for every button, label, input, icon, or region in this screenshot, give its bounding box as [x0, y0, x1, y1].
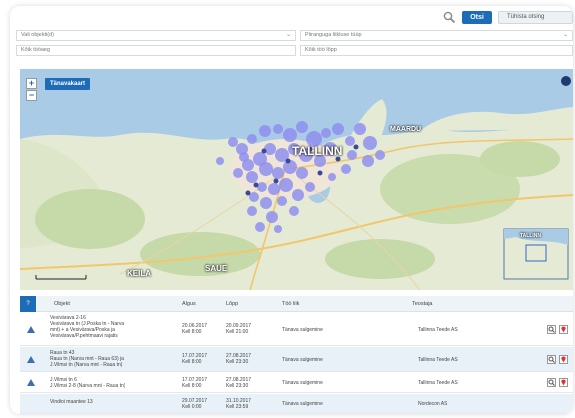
label-tallinn: TALLINN: [292, 144, 343, 158]
label-maardu: MAARDU: [390, 126, 422, 133]
northeast-coast: [420, 107, 573, 131]
column-header-too-liik[interactable]: Töö liik: [282, 301, 299, 307]
map-view[interactable]: + − Tänavakaart TALLINN MAARDU KEILA SAU…: [20, 69, 573, 290]
row-start: 17.07.2017 Kell 8:00: [182, 377, 207, 389]
row-contractor: Tallinna Teede AS: [418, 380, 458, 386]
end-date-placeholder: Kõik töö lõpp: [305, 47, 337, 53]
map-pin-icon[interactable]: [559, 325, 568, 334]
row-start: 29.07.2017 Kell 0:00: [182, 398, 207, 410]
row-start-time: Kell 8:00: [182, 383, 202, 389]
row-object-line: J.Vilmsi tn (Narva mnt - Raua tn): [50, 362, 123, 368]
warning-icon: [27, 379, 35, 386]
row-start-time: Kell 0:00: [182, 404, 202, 410]
column-header-objekt[interactable]: Objekt: [54, 301, 70, 307]
table-menu-button[interactable]: ?: [20, 296, 36, 312]
object-type-select[interactable]: Vali objekti(d) ⌄: [16, 30, 296, 41]
row-work-type: Tänava sulgemine: [282, 327, 323, 333]
row-start: 17.07.2017 Kell 8:00: [182, 353, 207, 365]
label-keila: KEILA: [127, 269, 151, 278]
row-object-line: J.Vilmsi 2-8 (Narva mnt - Raua tn): [50, 383, 126, 389]
row-end: 20.09.2017 Kell 21:00: [226, 323, 251, 335]
row-start: 20.06.2017 Kell 8:00: [182, 323, 207, 335]
viimsi-peninsula: [350, 99, 387, 139]
zoom-to-icon[interactable]: [547, 378, 556, 387]
closure-type-value: Piiranguga liikluse tüüp: [305, 32, 362, 38]
row-object: J.Vilmsi tn 6 J.Vilmsi 2-8 (Narva mnt - …: [50, 377, 125, 389]
map-mode-button[interactable]: Tänavakaart: [45, 78, 91, 90]
zoom-to-icon[interactable]: [547, 325, 556, 334]
table-row[interactable]: Raua tn 43 Raua tn (Narva mnt - Raua 63)…: [20, 347, 573, 372]
row-end-time: Kell 21:00: [226, 329, 249, 335]
row-start-time: Kell 8:00: [182, 329, 202, 335]
column-header-teostaja[interactable]: Teostaja: [412, 301, 433, 307]
zoom-to-icon[interactable]: [547, 355, 556, 364]
label-saue: SAUE: [205, 264, 228, 273]
column-header-lopp[interactable]: Lõpp: [226, 301, 238, 307]
row-work-type: Tänava sulgemine: [282, 380, 323, 386]
row-end-time: Kell 23:30: [226, 383, 249, 389]
label-inset-tallinn: TALLINN: [520, 233, 542, 239]
search-button[interactable]: Otsi: [462, 11, 492, 24]
search-icon[interactable]: [442, 10, 456, 24]
object-type-value: Vali objekti(d): [21, 32, 54, 38]
row-end: 31.10.2017 Kell 23:59: [226, 398, 251, 410]
row-object: Vesivärava 2-16 Vesivärava tn (J.Poska t…: [50, 315, 124, 339]
zoom-out-button[interactable]: −: [26, 90, 37, 101]
closure-type-select[interactable]: Piiranguga liikluse tüüp ⌄: [300, 30, 573, 41]
start-date-placeholder: Kõik tööaeg: [21, 47, 51, 53]
row-contractor: Tallinna Teede AS: [418, 357, 458, 363]
forest-area: [480, 141, 560, 177]
chevron-down-icon: ⌄: [285, 32, 291, 38]
row-end: 27.08.2017 Kell 23:30: [226, 353, 251, 365]
app-frame: Otsi Tühista otsing Vali objekti(d) ⌄ Pi…: [10, 6, 573, 414]
table-header: ? Objekt Algus Lõpp Töö liik Teostaja: [20, 296, 573, 312]
results-table: ? Objekt Algus Lõpp Töö liik Teostaja Ve…: [20, 296, 573, 414]
row-object: Vindioi maantee 13: [50, 399, 93, 405]
zoom-in-button[interactable]: +: [26, 78, 37, 89]
table-row[interactable]: Vindioi maantee 13 29.07.2017 Kell 0:00 …: [20, 394, 573, 414]
row-end-time: Kell 23:59: [226, 404, 249, 410]
table-row[interactable]: J.Vilmsi tn 6 J.Vilmsi 2-8 (Narva mnt - …: [20, 373, 573, 393]
forest-area: [140, 232, 260, 276]
end-date-field[interactable]: Kõik töö lõpp: [300, 45, 573, 56]
forest-area: [35, 189, 145, 249]
clear-search-button[interactable]: Tühista otsing: [498, 11, 573, 24]
row-object-line: Vindioi maantee 13: [50, 399, 93, 405]
row-contractor: Nordecon AS: [418, 401, 448, 407]
row-end: 27.08.2017 Kell 23:30: [226, 377, 251, 389]
row-work-type: Tänava sulgemine: [282, 401, 323, 407]
chevron-down-icon: ⌄: [562, 32, 568, 38]
map-pin-icon[interactable]: [559, 378, 568, 387]
row-object: Raua tn 43 Raua tn (Narva mnt - Raua 63)…: [50, 350, 124, 368]
row-end-time: Kell 23:30: [226, 359, 249, 365]
row-start-time: Kell 8:00: [182, 359, 202, 365]
start-date-field[interactable]: Kõik tööaeg: [16, 45, 296, 56]
table-row[interactable]: Vesivärava 2-16 Vesivärava tn (J.Poska t…: [20, 313, 573, 346]
row-contractor: Tallinna Teede AS: [418, 327, 458, 333]
map-pin-icon[interactable]: [559, 355, 568, 364]
warning-icon: [27, 326, 35, 333]
row-object-line: Vesivärava/P.pehtmaavi rajatis: [50, 333, 118, 339]
locate-icon[interactable]: [561, 76, 571, 86]
top-toolbar: Otsi Tühista otsing: [10, 6, 573, 28]
column-header-algus[interactable]: Algus: [182, 301, 196, 307]
warning-icon: [27, 356, 35, 363]
row-work-type: Tänava sulgemine: [282, 357, 323, 363]
map-canvas: [20, 99, 573, 290]
